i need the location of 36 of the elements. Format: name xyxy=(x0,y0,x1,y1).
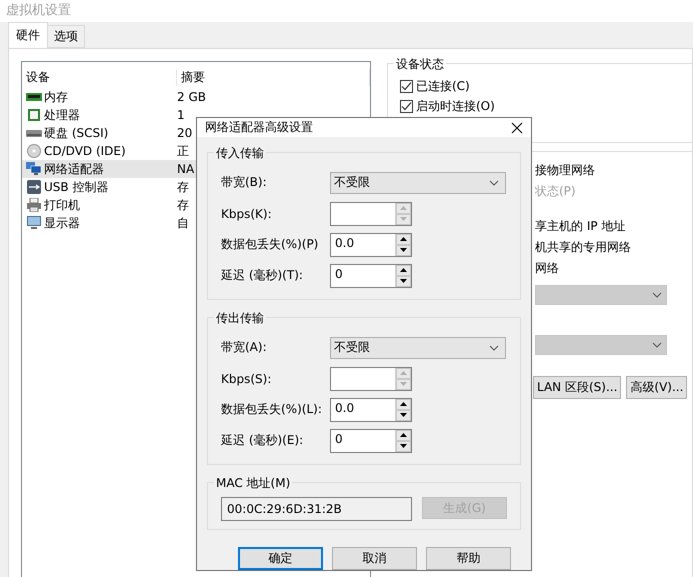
field-label: 带宽(A): xyxy=(221,339,268,356)
option-label: 享主机的 IP 地址 xyxy=(535,218,626,235)
option-label: 机共享的专用网络 xyxy=(535,239,631,256)
device-name: 内存 xyxy=(44,88,68,106)
device-name: 打印机 xyxy=(44,196,80,214)
field-label: 延迟 (毫秒)(E): xyxy=(221,432,304,449)
device-name: 显示器 xyxy=(44,214,80,232)
window-title: 虚拟机设置 xyxy=(6,3,71,19)
device-summary: 正 xyxy=(177,142,189,160)
option-label: 网络 xyxy=(535,260,559,277)
group-title: 传入传输 xyxy=(214,145,266,162)
device-summary: NA xyxy=(177,162,194,176)
field-label: Kbps(K): xyxy=(221,206,273,220)
device-summary: 存 xyxy=(177,196,189,214)
group-title: 设备状态 xyxy=(394,56,446,73)
device-summary: 2 GB xyxy=(177,90,206,104)
field-label: Kbps(S): xyxy=(221,372,272,386)
option-label: 状态(P) xyxy=(535,183,576,200)
field-label: 数据包丢失(%)(P) xyxy=(221,236,320,253)
device-summary: 自 xyxy=(177,214,189,232)
checkbox-label: 启动时连接(O) xyxy=(416,98,495,114)
group-title: 传出传输 xyxy=(214,310,266,327)
device-name: 网络适配器 xyxy=(44,160,104,178)
device-name: USB 控制器 xyxy=(44,178,108,196)
group-title: MAC 地址(M) xyxy=(214,475,292,492)
field-label: 延迟 (毫秒)(T): xyxy=(221,267,304,284)
field-label: 数据包丢失(%)(L): xyxy=(221,401,323,418)
dialog-title: 网络适配器高级设置 xyxy=(205,119,313,136)
device-summary: 20 xyxy=(177,126,192,140)
checkbox-label: 已连接(C) xyxy=(416,78,470,94)
device-name: CD/DVD (IDE) xyxy=(44,144,126,158)
device-summary: 存 xyxy=(177,178,189,196)
device-name: 处理器 xyxy=(44,106,80,124)
device-name: 硬盘 (SCSI) xyxy=(44,124,108,142)
device-summary: 1 xyxy=(177,108,185,122)
option-label: 接物理网络 xyxy=(535,162,595,179)
